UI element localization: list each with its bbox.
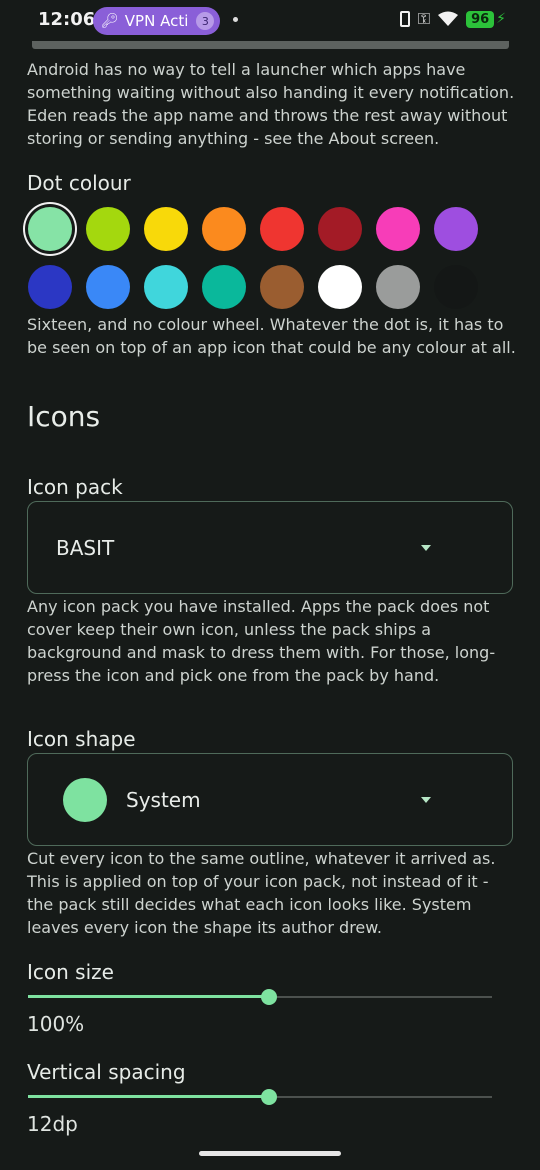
vertical-spacing-slider[interactable] (28, 1087, 492, 1107)
status-bar: 12:06 🔑︎ VPN Acti 3 ⚿ 96 ⚡︎ (0, 0, 540, 40)
icon-shape-label: Icon shape (27, 727, 136, 751)
icons-section-title: Icons (27, 400, 101, 433)
notification-dot-icon (233, 17, 238, 22)
dot-colour-swatch[interactable] (376, 265, 420, 309)
icon-pack-label: Icon pack (27, 475, 123, 499)
status-icons: ⚿ 96 ⚡︎ (399, 9, 506, 29)
icon-shape-value: System (126, 788, 201, 812)
dot-colour-swatch[interactable] (260, 265, 304, 309)
battery-icon: 96 (466, 10, 495, 28)
icon-size-slider[interactable] (28, 987, 492, 1007)
dot-colour-swatch[interactable] (28, 265, 72, 309)
status-clock: 12:06 (38, 9, 96, 30)
notification-dots-help: Android has no way to tell a launcher wh… (27, 60, 515, 148)
dot-colour-help: Sixteen, and no colour wheel. Whatever t… (27, 315, 516, 357)
icon-shape-help: Cut every icon to the same outline, what… (27, 849, 496, 937)
icon-pack-dropdown[interactable]: BASIT (27, 501, 513, 594)
icon-pack-value: BASIT (56, 536, 115, 560)
dot-colour-swatch[interactable] (318, 207, 362, 251)
icon-size-label: Icon size (27, 960, 114, 984)
dot-colour-label: Dot colour (27, 171, 131, 195)
vpn-label: VPN Acti (124, 12, 189, 30)
slider-thumb[interactable] (261, 1089, 278, 1105)
dropdown-arrow-icon (421, 545, 431, 551)
slider-thumb[interactable] (261, 989, 278, 1005)
charging-icon: ⚡︎ (496, 11, 506, 27)
slider-fill (28, 995, 270, 998)
key-icon: ⚿ (417, 9, 431, 28)
dot-colour-swatch[interactable] (86, 265, 130, 309)
vpn-status-chip[interactable]: 🔑︎ VPN Acti 3 (93, 7, 220, 35)
icon-pack-help: Any icon pack you have installed. Apps t… (27, 597, 496, 685)
icon-size-value: 100% (27, 1012, 85, 1036)
key-icon: 🔑︎ (101, 13, 119, 29)
dot-colour-swatch[interactable] (434, 207, 478, 251)
vertical-spacing-label: Vertical spacing (27, 1060, 186, 1084)
icon-shape-dropdown[interactable]: System (27, 753, 513, 846)
dot-colour-swatch[interactable] (260, 207, 304, 251)
dot-colour-swatch[interactable] (28, 207, 72, 251)
vpn-count-badge: 3 (196, 12, 215, 30)
dot-colour-swatch[interactable] (376, 207, 420, 251)
dot-colour-swatch[interactable] (202, 207, 246, 251)
dot-colour-swatch[interactable] (434, 265, 478, 309)
phone-icon (399, 11, 410, 27)
dot-colour-swatch[interactable] (202, 265, 246, 309)
dot-colour-swatch[interactable] (144, 207, 188, 251)
dot-colour-swatch[interactable] (144, 265, 188, 309)
slider-fill (28, 1095, 270, 1098)
wifi-icon (438, 11, 459, 26)
shape-preview-icon (63, 778, 107, 822)
dot-colour-swatch[interactable] (318, 265, 362, 309)
home-indicator[interactable] (199, 1151, 341, 1156)
scroll-indicator[interactable] (32, 41, 509, 49)
vertical-spacing-value: 12dp (27, 1112, 78, 1136)
dot-colour-swatch[interactable] (86, 207, 130, 251)
dropdown-arrow-icon (421, 797, 431, 803)
